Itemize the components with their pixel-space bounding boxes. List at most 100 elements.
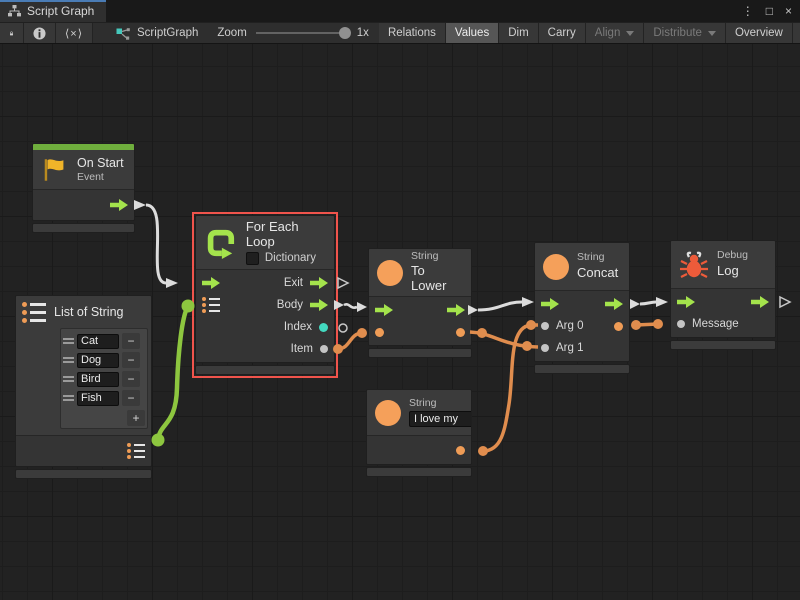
port-label-arg0: Arg 0 bbox=[556, 320, 584, 332]
body-output-port[interactable] bbox=[310, 299, 328, 311]
control-output-port[interactable] bbox=[751, 296, 769, 308]
remove-item-button[interactable]: − bbox=[122, 333, 140, 349]
align-dropdown[interactable]: Align bbox=[586, 23, 645, 43]
node-type-label: String bbox=[577, 252, 618, 264]
list-item-row: − bbox=[63, 370, 145, 388]
list-output-port[interactable] bbox=[127, 443, 145, 459]
list-icon bbox=[22, 302, 46, 323]
graph-toolbar: ⟨×⟩ ScriptGraph Zoom 1x Relations Values… bbox=[0, 22, 800, 44]
lock-icon bbox=[9, 27, 14, 40]
remove-item-button[interactable]: − bbox=[122, 352, 140, 368]
node-footer bbox=[670, 340, 776, 350]
graph-breadcrumb[interactable]: ScriptGraph bbox=[107, 23, 207, 43]
distribute-dropdown[interactable]: Distribute bbox=[644, 23, 726, 43]
port-label-arg1: Arg 1 bbox=[556, 342, 584, 354]
control-input-port[interactable] bbox=[541, 298, 559, 310]
node-subtitle: Event bbox=[77, 172, 124, 184]
node-type-label: String bbox=[411, 251, 463, 263]
node-string-literal[interactable]: String bbox=[366, 389, 472, 477]
drag-handle-icon[interactable] bbox=[63, 357, 74, 363]
node-debug-log[interactable]: Debug Log Message bbox=[670, 240, 776, 350]
list-item-input[interactable] bbox=[77, 334, 119, 349]
dim-button[interactable]: Dim bbox=[499, 23, 538, 43]
code-icon: ⟨×⟩ bbox=[65, 27, 83, 40]
control-input-port[interactable] bbox=[375, 304, 393, 316]
arg0-input-port[interactable] bbox=[541, 322, 549, 330]
port-label-index: Index bbox=[284, 321, 312, 333]
collection-input-port[interactable] bbox=[202, 297, 220, 313]
dictionary-checkbox[interactable] bbox=[246, 252, 259, 265]
node-title: For Each Loop bbox=[246, 220, 326, 250]
list-item-row: − bbox=[63, 389, 145, 407]
node-on-start[interactable]: On Start Event bbox=[32, 143, 135, 233]
chevron-down-icon bbox=[626, 31, 634, 36]
zoom-control: Zoom 1x bbox=[207, 23, 379, 43]
tab-bar: Script Graph ⋮ □ × bbox=[0, 0, 800, 22]
values-button[interactable]: Values bbox=[446, 23, 499, 43]
code-view-button[interactable]: ⟨×⟩ bbox=[56, 23, 93, 43]
exit-output-port[interactable] bbox=[310, 277, 328, 289]
string-output-port[interactable] bbox=[456, 446, 465, 455]
list-editor: − − − bbox=[60, 328, 148, 429]
port-label-message: Message bbox=[692, 318, 739, 330]
drag-handle-icon[interactable] bbox=[63, 395, 74, 401]
control-output-port[interactable] bbox=[605, 298, 623, 310]
zoom-value: 1x bbox=[357, 27, 369, 39]
arg1-input-port[interactable] bbox=[541, 344, 549, 352]
item-output-port[interactable] bbox=[320, 345, 328, 353]
string-type-icon bbox=[377, 260, 403, 286]
string-value-input[interactable] bbox=[409, 411, 472, 427]
loop-icon bbox=[204, 225, 238, 261]
message-input-port[interactable] bbox=[677, 320, 685, 328]
zoom-slider-handle[interactable] bbox=[339, 27, 351, 39]
wire-literal-to-arg0 bbox=[478, 320, 538, 456]
window-close-icon[interactable]: × bbox=[785, 5, 792, 17]
wire-body-to-tolower bbox=[334, 300, 367, 312]
tab-script-graph[interactable]: Script Graph bbox=[0, 0, 106, 22]
port-label-exit: Exit bbox=[284, 277, 303, 289]
node-footer bbox=[534, 364, 630, 374]
node-title: List of String bbox=[54, 305, 123, 319]
relations-button[interactable]: Relations bbox=[379, 23, 446, 43]
control-input-port[interactable] bbox=[202, 277, 220, 289]
carry-button[interactable]: Carry bbox=[539, 23, 586, 43]
zoom-slider[interactable] bbox=[256, 32, 348, 34]
info-icon bbox=[33, 27, 46, 40]
overview-button[interactable]: Overview bbox=[726, 23, 793, 43]
string-output-port[interactable] bbox=[456, 328, 465, 337]
node-footer bbox=[15, 469, 152, 479]
drag-handle-icon[interactable] bbox=[63, 338, 74, 344]
node-type-label: String bbox=[409, 398, 472, 410]
lock-button[interactable] bbox=[0, 23, 24, 43]
zoom-label: Zoom bbox=[217, 27, 246, 39]
node-type-label: Debug bbox=[717, 250, 748, 262]
list-item-input[interactable] bbox=[77, 372, 119, 387]
list-item-input[interactable] bbox=[77, 353, 119, 368]
list-item-input[interactable] bbox=[77, 391, 119, 406]
fullscreen-button[interactable]: Full Screen bbox=[793, 23, 800, 43]
window-menu-icon[interactable]: ⋮ bbox=[742, 5, 754, 17]
window-maximize-icon[interactable]: □ bbox=[766, 5, 773, 17]
string-input-port[interactable] bbox=[375, 328, 384, 337]
add-item-button[interactable]: + bbox=[127, 410, 145, 426]
node-string-to-lower[interactable]: String To Lower bbox=[368, 248, 472, 358]
control-output-port[interactable] bbox=[110, 199, 128, 211]
info-button[interactable] bbox=[24, 23, 56, 43]
drag-handle-icon[interactable] bbox=[63, 376, 74, 382]
control-input-port[interactable] bbox=[677, 296, 695, 308]
wire-tolower-to-arg1 bbox=[470, 328, 538, 351]
node-list-of-string[interactable]: List of String − − bbox=[15, 295, 152, 479]
control-output-port[interactable] bbox=[447, 304, 465, 316]
node-footer bbox=[366, 467, 472, 477]
wire-concat-to-log bbox=[630, 297, 668, 309]
remove-item-button[interactable]: − bbox=[122, 390, 140, 406]
index-output-port[interactable] bbox=[319, 323, 328, 332]
script-graph-icon bbox=[116, 27, 130, 40]
node-footer bbox=[195, 365, 335, 375]
wire-list-to-foreach bbox=[152, 300, 195, 447]
node-string-concat[interactable]: String Concat Arg 0 bbox=[534, 242, 630, 374]
string-output-port[interactable] bbox=[614, 322, 623, 331]
remove-item-button[interactable]: − bbox=[122, 371, 140, 387]
graph-canvas[interactable]: On Start Event bbox=[0, 44, 800, 600]
node-for-each-loop[interactable]: For Each Loop Dictionary Exit bbox=[195, 215, 335, 375]
